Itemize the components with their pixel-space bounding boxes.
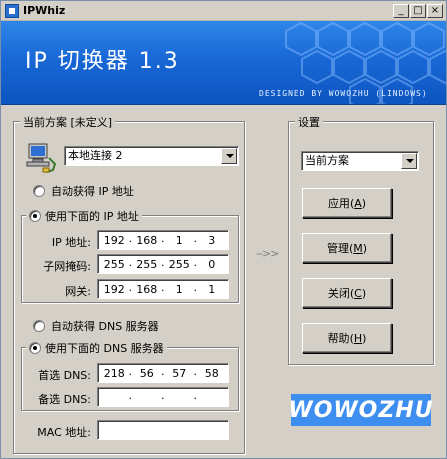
- adapter-select-value: 本地连接 2: [68, 149, 123, 162]
- ip-octet-3[interactable]: 1: [163, 234, 196, 247]
- app-window: IPWhiz _ □ × IP 切换器 1.3 DESIGNED BY WOWO…: [0, 0, 447, 459]
- manual-dns-option[interactable]: 使用下面的 DNS 服务器: [26, 340, 167, 356]
- network-computer-icon: [26, 143, 57, 173]
- minimize-button[interactable]: _: [393, 4, 409, 18]
- mac-address-input[interactable]: [97, 420, 229, 440]
- settings-title: 设置: [295, 114, 323, 130]
- scheme-select-value: 当前方案: [305, 154, 349, 167]
- mac-address-label: MAC 地址:: [37, 426, 91, 439]
- auto-ip-radio[interactable]: [33, 185, 45, 197]
- gateway-octet-4[interactable]: 1: [196, 283, 229, 296]
- scheme-select[interactable]: 当前方案: [301, 151, 419, 171]
- gateway-octet-1[interactable]: 192: [98, 283, 131, 296]
- secondary-dns-label: 备选 DNS:: [38, 393, 91, 406]
- arrow-separator: -->>: [256, 247, 279, 260]
- auto-ip-label: 自动获得 IP 地址: [51, 185, 134, 198]
- title-bar[interactable]: IPWhiz _ □ ×: [1, 1, 446, 21]
- gateway-input[interactable]: 192 168 1 1: [97, 279, 229, 299]
- maximize-button[interactable]: □: [410, 4, 426, 18]
- manual-ip-radio[interactable]: [29, 210, 41, 222]
- chevron-down-icon[interactable]: [401, 153, 417, 169]
- current-scheme-title: 当前方案 [未定义]: [20, 114, 116, 130]
- wowozhu-logo: WOWOZHU: [288, 394, 434, 426]
- gateway-label: 网关:: [65, 285, 91, 298]
- ip-octet-1[interactable]: 192: [98, 234, 131, 247]
- primary-dns-octet-3[interactable]: 57: [163, 367, 196, 380]
- gateway-octet-3[interactable]: 1: [163, 283, 196, 296]
- mask-octet-3[interactable]: 255: [163, 258, 196, 271]
- secondary-dns-input[interactable]: [97, 387, 229, 407]
- manual-dns-label: 使用下面的 DNS 服务器: [45, 342, 164, 355]
- primary-dns-octet-4[interactable]: 58: [196, 367, 229, 380]
- manage-button[interactable]: 管理(M): [302, 233, 392, 263]
- ip-address-label: IP 地址:: [51, 236, 91, 249]
- ip-octet-2[interactable]: 168: [131, 234, 164, 247]
- manual-ip-option[interactable]: 使用下面的 IP 地址: [26, 208, 142, 224]
- banner-credit: DESIGNED BY WOWOZHU (LINDOWS): [259, 89, 428, 98]
- ip-octet-4[interactable]: 3: [196, 234, 229, 247]
- window-title: IPWhiz: [23, 4, 66, 17]
- primary-dns-octet-1[interactable]: 218: [98, 367, 131, 380]
- subnet-mask-input[interactable]: 255 255 255 0: [97, 254, 229, 274]
- mask-octet-4[interactable]: 0: [196, 258, 229, 271]
- close-window-button[interactable]: ×: [427, 4, 443, 18]
- logo-text: WOWOZHU: [288, 397, 434, 423]
- primary-dns-octet-2[interactable]: 56: [131, 367, 164, 380]
- gateway-octet-2[interactable]: 168: [131, 283, 164, 296]
- chevron-down-icon[interactable]: [221, 148, 237, 164]
- auto-ip-option[interactable]: 自动获得 IP 地址: [33, 183, 134, 199]
- close-button[interactable]: 关闭(C): [302, 278, 392, 308]
- auto-dns-option[interactable]: 自动获得 DNS 服务器: [33, 318, 159, 334]
- banner-title: IP 切换器 1.3: [25, 49, 180, 74]
- primary-dns-input[interactable]: 218 56 57 58: [97, 363, 229, 383]
- manual-ip-label: 使用下面的 IP 地址: [45, 210, 139, 223]
- ip-address-input[interactable]: 192 168 1 3: [97, 230, 229, 250]
- auto-dns-radio[interactable]: [33, 320, 45, 332]
- app-icon: [5, 4, 19, 18]
- primary-dns-label: 首选 DNS:: [38, 369, 91, 382]
- subnet-mask-label: 子网掩码:: [43, 260, 91, 273]
- help-button[interactable]: 帮助(H): [302, 323, 392, 353]
- manual-dns-radio[interactable]: [29, 342, 41, 354]
- auto-dns-label: 自动获得 DNS 服务器: [51, 320, 159, 333]
- apply-button[interactable]: 应用(A): [302, 188, 392, 218]
- mask-octet-2[interactable]: 255: [131, 258, 164, 271]
- adapter-select[interactable]: 本地连接 2: [64, 146, 239, 166]
- header-banner: IP 切换器 1.3 DESIGNED BY WOWOZHU (LINDOWS): [1, 21, 446, 105]
- mask-octet-1[interactable]: 255: [98, 258, 131, 271]
